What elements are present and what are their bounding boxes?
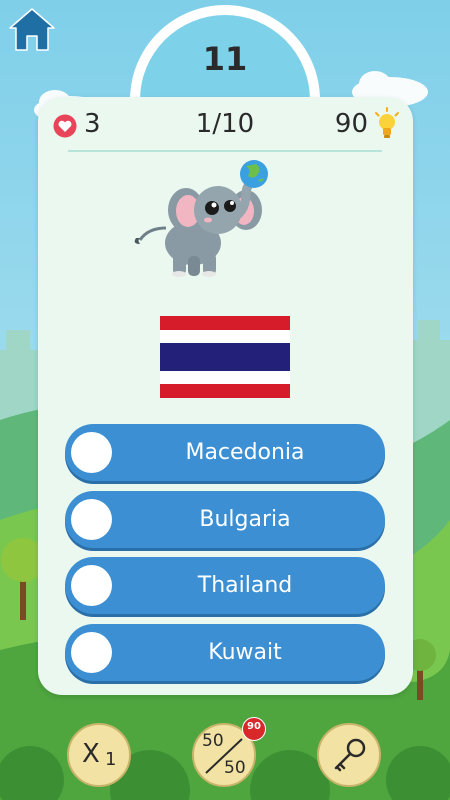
answer-radio[interactable] <box>71 499 112 540</box>
multiplier-x: X <box>82 739 100 769</box>
heart-icon <box>53 114 77 138</box>
answer-label: Bulgaria <box>199 507 291 532</box>
stats-divider <box>68 150 382 152</box>
multiplier-button[interactable]: X 1 <box>67 723 131 787</box>
answer-label: Kuwait <box>208 640 282 665</box>
country-flag <box>160 316 290 398</box>
key-button[interactable] <box>317 723 381 787</box>
answer-radio[interactable] <box>71 432 112 473</box>
fifty-cost-value: 90 <box>247 721 261 732</box>
answer-option-4[interactable]: Kuwait <box>65 624 385 681</box>
multiplier-n: 1 <box>105 749 117 770</box>
hint-count: 90 <box>334 109 368 139</box>
answer-option-2[interactable]: Bulgaria <box>65 491 385 548</box>
answer-option-3[interactable]: Thailand <box>65 557 385 614</box>
answer-radio[interactable] <box>71 565 112 606</box>
home-icon <box>9 8 55 51</box>
answer-option-1[interactable]: Macedonia <box>65 424 385 481</box>
lightbulb-icon <box>375 107 399 138</box>
answer-radio[interactable] <box>71 632 112 673</box>
timer-value: 11 <box>202 40 248 78</box>
fifty-bottom: 50 <box>224 758 246 778</box>
question-progress: 1/10 <box>195 109 255 139</box>
answer-label: Macedonia <box>185 440 305 465</box>
lives-count: 3 <box>84 109 101 139</box>
answer-label: Thailand <box>197 573 293 598</box>
key-icon <box>334 738 366 772</box>
home-button[interactable] <box>8 6 56 52</box>
elephant-mascot <box>134 160 268 277</box>
